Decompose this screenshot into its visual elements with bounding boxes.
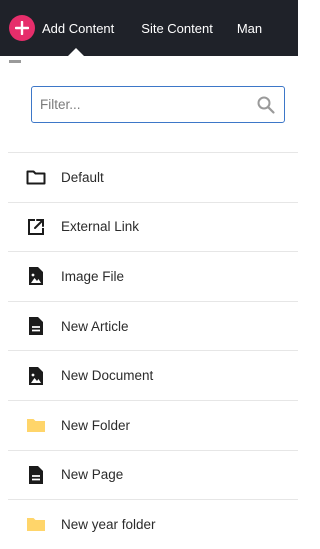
list-item-label: New Folder xyxy=(61,417,131,433)
document-icon xyxy=(25,464,47,486)
nav-manage[interactable]: Man xyxy=(225,0,274,56)
plus-icon xyxy=(9,15,35,41)
list-item-image-file[interactable]: Image File xyxy=(8,251,298,301)
list-item-new-year-folder[interactable]: New year folder xyxy=(8,499,298,549)
search-icon[interactable] xyxy=(256,95,276,115)
external-link-icon xyxy=(25,216,47,238)
filter-input[interactable] xyxy=(32,87,242,122)
dropdown-caret xyxy=(68,48,84,56)
list-item-new-document[interactable]: New Document xyxy=(8,350,298,400)
filter-box xyxy=(31,86,285,123)
list-item-label: New Page xyxy=(61,467,124,483)
list-item-label: New Document xyxy=(61,368,154,384)
list-item-external-link[interactable]: External Link xyxy=(8,201,298,252)
folder-outline-icon xyxy=(25,166,47,188)
add-content-label: Add Content xyxy=(42,20,115,36)
list-item-new-folder[interactable]: New Folder xyxy=(8,399,298,450)
list-item-new-page[interactable]: New Page xyxy=(8,449,298,500)
nav-site-content[interactable]: Site Content xyxy=(129,0,225,56)
list-item-label: Image File xyxy=(61,268,125,284)
image-file-icon xyxy=(25,265,47,287)
top-navigation-bar: Add Content Site Content Man xyxy=(0,0,298,56)
list-item-label: New Article xyxy=(61,318,129,334)
content-type-list: Default External Link Image File New Art… xyxy=(8,152,298,549)
list-item-label: External Link xyxy=(61,219,140,235)
list-item-default[interactable]: Default xyxy=(8,152,298,202)
add-content-button[interactable]: Add Content xyxy=(0,0,129,56)
folder-filled-icon xyxy=(25,513,47,535)
folder-filled-icon xyxy=(25,414,47,436)
document-icon xyxy=(25,315,47,337)
list-item-label: Default xyxy=(61,169,104,185)
list-item-new-article[interactable]: New Article xyxy=(8,300,298,351)
image-file-icon xyxy=(25,365,47,387)
panel-edge-marker xyxy=(9,60,21,63)
list-item-label: New year folder xyxy=(61,516,156,532)
